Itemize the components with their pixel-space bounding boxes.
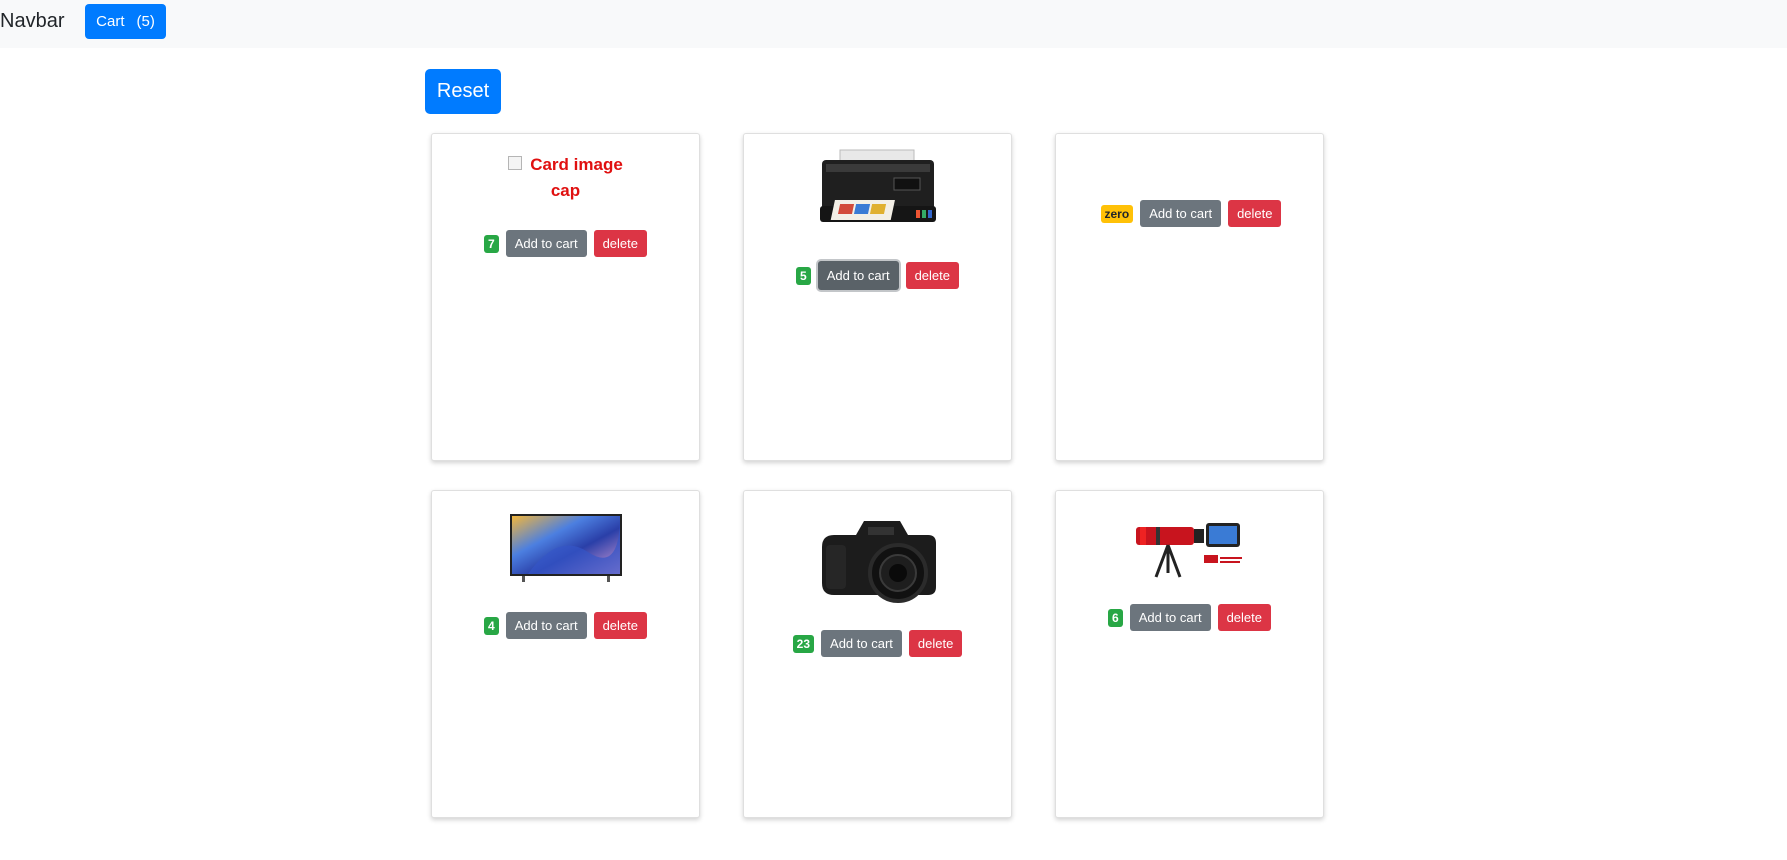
cart-count: (5): [136, 13, 155, 30]
add-to-cart-button[interactable]: Add to cart: [505, 230, 587, 257]
product-controls: 6 Add to cart delete: [1056, 604, 1323, 631]
count-badge: 4: [484, 616, 499, 635]
reset-button[interactable]: Reset: [425, 69, 501, 114]
cart-button[interactable]: Cart (5): [85, 4, 166, 39]
add-to-cart-button[interactable]: Add to cart: [817, 261, 899, 290]
add-to-cart-button[interactable]: Add to cart: [505, 612, 587, 639]
product-controls: 5 Add to cart delete: [744, 261, 1011, 290]
delete-button[interactable]: delete: [1217, 604, 1271, 631]
product-card: Card image cap 7 Add to cart delete: [431, 133, 700, 461]
delete-button[interactable]: delete: [593, 230, 647, 257]
product-card: 6 Add to cart delete: [1055, 490, 1324, 818]
camera-image: [821, 521, 936, 603]
delete-button[interactable]: delete: [593, 612, 647, 639]
telephoto-lens-image: [1135, 523, 1244, 578]
delete-button[interactable]: delete: [1228, 200, 1282, 227]
cart-label: Cart: [96, 13, 125, 30]
product-card: 23 Add to cart delete: [743, 490, 1012, 818]
broken-image-icon: [508, 156, 523, 170]
add-to-cart-button[interactable]: Add to cart: [1140, 200, 1222, 227]
count-badge: zero: [1100, 204, 1134, 223]
product-controls: zero Add to cart delete: [1091, 200, 1291, 227]
product-controls: 7 Add to cart delete: [432, 230, 699, 257]
navbar-brand[interactable]: Navbar: [0, 10, 64, 33]
product-controls: 23 Add to cart delete: [744, 630, 1011, 657]
navbar: Navbar Cart (5): [0, 0, 1787, 48]
count-badge: 7: [484, 234, 499, 253]
television-image: [509, 514, 622, 582]
product-card: 4 Add to cart delete: [431, 490, 700, 818]
product-controls: 4 Add to cart delete: [432, 612, 699, 639]
count-badge: 6: [1108, 608, 1123, 627]
product-card: 5 Add to cart delete: [743, 133, 1012, 461]
delete-button[interactable]: delete: [905, 262, 959, 289]
broken-image-placeholder: Card image cap: [432, 152, 699, 204]
product-card: zero Add to cart delete: [1055, 133, 1324, 461]
printer-image: [819, 149, 936, 222]
delete-button[interactable]: delete: [908, 630, 963, 657]
count-badge: 23: [792, 634, 815, 653]
add-to-cart-button[interactable]: Add to cart: [1129, 604, 1211, 631]
add-to-cart-button[interactable]: Add to cart: [821, 630, 902, 657]
count-badge: 5: [796, 266, 811, 285]
